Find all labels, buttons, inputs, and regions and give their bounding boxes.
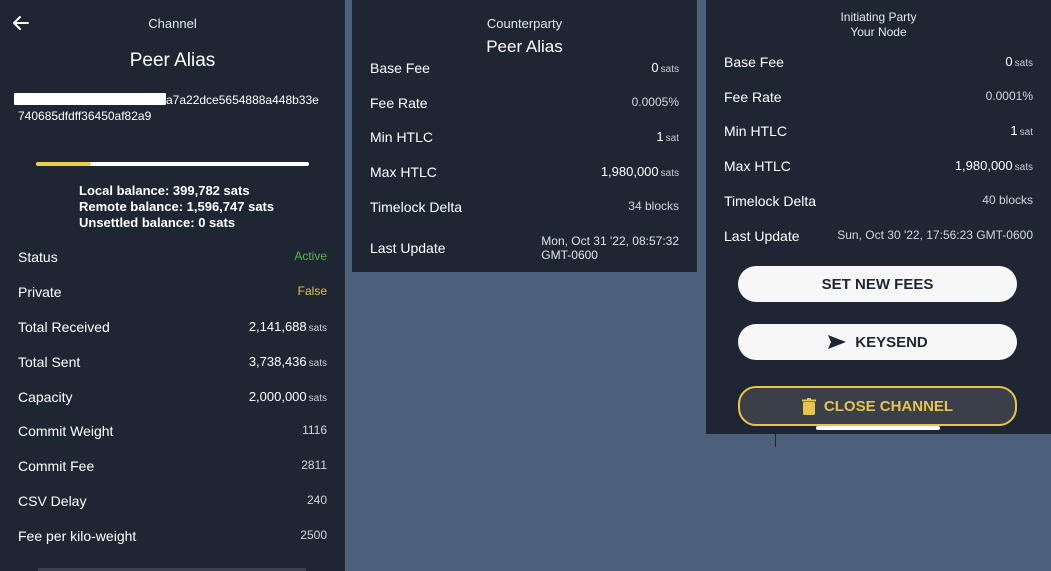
csv-delay-row: CSV Delay 240: [0, 493, 345, 513]
min-htlc-label: Min HTLC: [370, 129, 434, 145]
local-balance: Local balance: 399,782 sats: [79, 183, 250, 198]
total-received-row: Total Received 2,141,688 sats: [0, 319, 345, 339]
last-update-label: Last Update: [724, 228, 800, 244]
timelock-delta-value: 40 blocks: [982, 193, 1033, 207]
fee-rate-value: 0.0001%: [985, 89, 1033, 103]
total-received-label: Total Received: [18, 319, 110, 335]
commit-fee-value: 2811: [301, 458, 327, 472]
right-base-fee-row: Base Fee 0 sats: [706, 54, 1051, 74]
base-fee-label: Base Fee: [370, 60, 430, 76]
mid-max-htlc-row: Max HTLC 1,980,000 sats: [352, 164, 697, 184]
min-htlc-value: 1 sat: [656, 129, 679, 144]
send-icon: [828, 335, 847, 349]
your-node-subheader: Your Node: [850, 25, 907, 39]
right-fee-rate-row: Fee Rate 0.0001%: [706, 89, 1051, 109]
set-new-fees-label: SET NEW FEES: [821, 275, 934, 293]
pubkey-line-2: 740685dfdff36450af82a9: [18, 109, 152, 123]
remote-balance: Remote balance: 1,596,747 sats: [79, 199, 275, 214]
counterparty-alias: Peer Alias: [486, 37, 563, 56]
fee-per-kw-row: Fee per kilo-weight 2500: [0, 528, 345, 548]
base-fee-value: 0 sats: [1005, 54, 1033, 69]
channel-details-panel: Channel Peer Alias a7a22dce5654888a448b3…: [0, 0, 345, 571]
last-update-value: Sun, Oct 30 '22, 17:56:23 GMT-0600: [837, 228, 1033, 242]
counterparty-panel: Counterparty Peer Alias Base Fee 0 sats F…: [352, 0, 697, 272]
right-max-htlc-row: Max HTLC 1,980,000 sats: [706, 158, 1051, 178]
max-htlc-value: 1,980,000 sats: [954, 158, 1033, 173]
total-received-value: 2,141,688 sats: [248, 319, 327, 334]
total-sent-label: Total Sent: [18, 354, 81, 370]
unsettled-balance: Unsettled balance: 0 sats: [79, 215, 236, 230]
keysend-label: KEYSEND: [855, 333, 928, 351]
csv-delay-label: CSV Delay: [18, 493, 87, 509]
home-indicator: [816, 426, 940, 430]
commit-fee-label: Commit Fee: [18, 458, 95, 474]
keysend-button[interactable]: KEYSEND: [738, 324, 1017, 360]
base-fee-value: 0 sats: [651, 60, 679, 75]
balance-bar: [36, 162, 309, 166]
min-htlc-value: 1 sat: [1010, 123, 1033, 138]
private-row: Private False: [0, 284, 345, 304]
close-channel-button[interactable]: CLOSE CHANNEL: [738, 386, 1017, 426]
commit-weight-value: 1116: [302, 423, 327, 437]
fee-rate-label: Fee Rate: [370, 95, 428, 111]
fee-rate-value: 0.0005%: [631, 95, 679, 109]
last-update-value: Mon, Oct 31 '22, 08:57:32 GMT-0600: [541, 234, 679, 262]
close-channel-label: CLOSE CHANNEL: [823, 397, 954, 415]
timelock-delta-label: Timelock Delta: [724, 193, 817, 209]
text-cursor: [775, 434, 776, 447]
base-fee-label: Base Fee: [724, 54, 784, 70]
max-htlc-value: 1,980,000 sats: [600, 164, 679, 179]
mid-base-fee-row: Base Fee 0 sats: [352, 60, 697, 80]
local-balance-fill: [36, 162, 91, 166]
right-timelock-row: Timelock Delta 40 blocks: [706, 193, 1051, 213]
peer-alias: Peer Alias: [129, 50, 216, 71]
timelock-delta-value: 34 blocks: [628, 199, 679, 213]
private-label: Private: [18, 284, 62, 300]
status-row: Status Active: [0, 249, 345, 269]
fee-per-kw-label: Fee per kilo-weight: [18, 528, 137, 544]
status-label: Status: [18, 249, 58, 265]
csv-delay-value: 240: [306, 493, 327, 507]
status-value: Active: [294, 249, 327, 263]
total-sent-value: 3,738,436 sats: [248, 354, 327, 369]
set-new-fees-button[interactable]: SET NEW FEES: [738, 266, 1017, 302]
max-htlc-label: Max HTLC: [370, 164, 437, 180]
private-value: False: [297, 284, 327, 298]
capacity-row: Capacity 2,000,000 sats: [0, 389, 345, 409]
last-update-label: Last Update: [370, 240, 446, 256]
trash-icon: [801, 397, 816, 415]
commit-fee-row: Commit Fee 2811: [0, 458, 345, 478]
commit-weight-row: Commit Weight 1116: [0, 423, 345, 443]
initiating-party-panel: Initiating Party Your Node Base Fee 0 sat…: [706, 0, 1051, 434]
total-sent-row: Total Sent 3,738,436 sats: [0, 354, 345, 374]
commit-weight-label: Commit Weight: [18, 423, 114, 439]
min-htlc-label: Min HTLC: [724, 123, 788, 139]
timelock-delta-label: Timelock Delta: [370, 199, 463, 215]
screen-title: Channel: [148, 16, 197, 31]
capacity-value: 2,000,000 sats: [248, 389, 327, 404]
max-htlc-label: Max HTLC: [724, 158, 791, 174]
right-min-htlc-row: Min HTLC 1 sat: [706, 123, 1051, 143]
redacted-pubkey-prefix: [14, 93, 166, 105]
capacity-label: Capacity: [18, 389, 73, 405]
initiating-party-header: Initiating Party: [840, 10, 917, 24]
right-last-update-row: Last Update Sun, Oct 30 '22, 17:56:23 GM…: [706, 228, 1051, 248]
fee-rate-label: Fee Rate: [724, 89, 782, 105]
counterparty-header: Counterparty: [486, 16, 563, 31]
mid-min-htlc-row: Min HTLC 1 sat: [352, 129, 697, 149]
fee-per-kw-value: 2500: [300, 528, 327, 542]
mid-fee-rate-row: Fee Rate 0.0005%: [352, 95, 697, 115]
mid-timelock-row: Timelock Delta 34 blocks: [352, 199, 697, 219]
